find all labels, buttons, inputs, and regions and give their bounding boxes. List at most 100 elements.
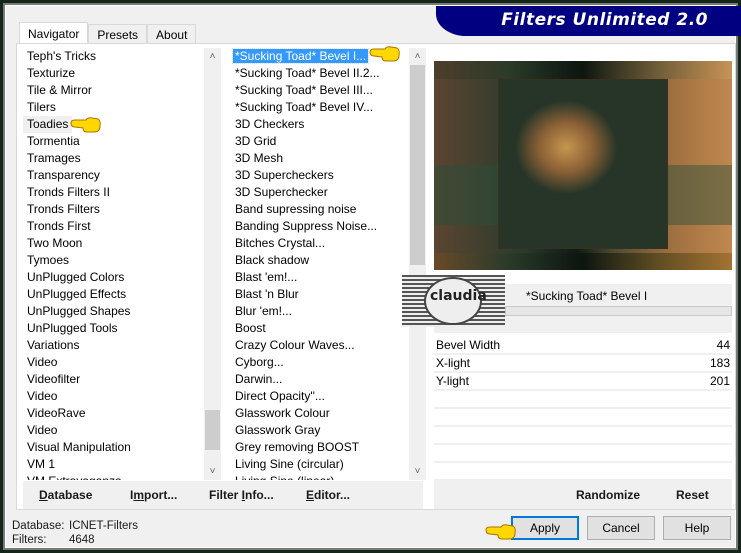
filter-info-button[interactable]: Filter Info...: [209, 488, 274, 502]
param-value: 201: [709, 374, 730, 388]
filter-list[interactable]: *Sucking Toad* Bevel I... *Sucking Toad* …: [231, 48, 426, 480]
list-item[interactable]: UnPlugged Colors: [23, 269, 204, 286]
label-part: port...: [144, 488, 178, 502]
help-button[interactable]: Help: [663, 516, 731, 540]
param-value: 44: [716, 338, 730, 352]
apply-button[interactable]: Apply: [511, 516, 579, 540]
list-item[interactable]: *Sucking Toad* Bevel IV...: [231, 99, 409, 116]
list-item[interactable]: 3D Superchecker: [231, 184, 409, 201]
list-item[interactable]: Tronds First: [23, 218, 204, 235]
list-item[interactable]: Living Sine (linear): [231, 473, 409, 480]
list-item[interactable]: Two Moon: [23, 235, 204, 252]
list-item-label: Bitches Crystal...: [235, 236, 326, 250]
param-empty-slot: [434, 445, 732, 463]
list-item[interactable]: Tilers: [23, 99, 204, 116]
list-item-label: Living Sine (circular): [235, 457, 344, 471]
list-item[interactable]: VM Extravaganza: [23, 473, 204, 480]
chevron-down-icon[interactable]: ˅: [409, 463, 426, 480]
list-item[interactable]: Cyborg...: [231, 354, 409, 371]
list-item[interactable]: 3D Grid: [231, 133, 409, 150]
list-item[interactable]: Video: [23, 388, 204, 405]
list-item[interactable]: Tormentia: [23, 133, 204, 150]
list-row: Tile & Mirror: [23, 82, 204, 99]
randomize-button[interactable]: Randomize: [576, 488, 640, 502]
list-item[interactable]: 3D Supercheckers: [231, 167, 409, 184]
list-item[interactable]: Blur 'em!...: [231, 303, 409, 320]
list-item[interactable]: Band supressing noise: [231, 201, 409, 218]
list-item-label: *Sucking Toad* Bevel I...: [231, 48, 370, 64]
list-item[interactable]: Tile & Mirror: [23, 82, 204, 99]
list-item[interactable]: Living Sine (circular): [231, 456, 409, 473]
list-item[interactable]: Darwin...: [231, 371, 409, 388]
list-row: Glasswork Gray: [231, 422, 409, 439]
list-item-label: Texturize: [27, 66, 76, 80]
list-item[interactable]: Toadies: [23, 116, 73, 133]
database-button[interactable]: Database: [39, 488, 92, 502]
chevron-up-icon[interactable]: ˄: [204, 48, 221, 65]
list-item[interactable]: Grey removing BOOST: [231, 439, 409, 456]
list-item-label: Teph's Tricks: [27, 49, 96, 63]
scroll-thumb[interactable]: [205, 410, 220, 450]
list-item[interactable]: Blast 'em!...: [231, 269, 409, 286]
list-item[interactable]: UnPlugged Shapes: [23, 303, 204, 320]
param-label: X-light: [436, 356, 471, 370]
list-item[interactable]: Boost: [231, 320, 409, 337]
list-item[interactable]: Variations: [23, 337, 204, 354]
list-row: Tilers: [23, 99, 204, 116]
list-item[interactable]: Glasswork Colour: [231, 405, 409, 422]
list-item[interactable]: Texturize: [23, 65, 204, 82]
filter-scrollbar[interactable]: ˄ ˅: [409, 48, 426, 480]
list-item[interactable]: Tramages: [23, 150, 204, 167]
list-item[interactable]: *Sucking Toad* Bevel III...: [231, 82, 409, 99]
list-row: Video: [23, 388, 204, 405]
list-item[interactable]: Tymoes: [23, 252, 204, 269]
database-value: ICNET-Filters: [69, 520, 138, 532]
list-item[interactable]: Black shadow: [231, 252, 409, 269]
list-row: Living Sine (linear): [231, 473, 409, 480]
list-item[interactable]: 3D Mesh: [231, 150, 409, 167]
list-item[interactable]: Crazy Colour Waves...: [231, 337, 409, 354]
list-item[interactable]: UnPlugged Tools: [23, 320, 204, 337]
list-item[interactable]: VM 1: [23, 456, 204, 473]
list-item-label: Blur 'em!...: [235, 304, 292, 318]
list-item[interactable]: Transparency: [23, 167, 204, 184]
list-item[interactable]: Bitches Crystal...: [231, 235, 409, 252]
list-row: Toadies: [23, 116, 204, 133]
list-item[interactable]: Glasswork Gray: [231, 422, 409, 439]
chevron-down-icon[interactable]: ˅: [204, 463, 221, 480]
list-item[interactable]: Blast 'n Blur: [231, 286, 409, 303]
list-item-label: Tronds First: [27, 219, 91, 233]
list-item[interactable]: Video: [23, 354, 204, 371]
preview-image: [434, 61, 732, 270]
list-item[interactable]: Banding Suppress Noise...: [231, 218, 409, 235]
list-item[interactable]: Video: [23, 422, 204, 439]
category-list[interactable]: Teph's Tricks Texturize Tile & Mirror Tiler…: [23, 48, 221, 480]
tab-presets[interactable]: Presets: [88, 24, 148, 44]
reset-button[interactable]: Reset: [676, 488, 709, 502]
list-item[interactable]: Tronds Filters II: [23, 184, 204, 201]
param-y-light[interactable]: Y-light 201: [434, 373, 732, 391]
import-button[interactable]: Import...: [130, 488, 177, 502]
list-item[interactable]: Tronds Filters: [23, 201, 204, 218]
list-item[interactable]: UnPlugged Effects: [23, 286, 204, 303]
param-bevel-width[interactable]: Bevel Width 44: [434, 337, 732, 355]
scroll-thumb[interactable]: [410, 65, 425, 265]
tab-navigator[interactable]: Navigator: [19, 22, 89, 44]
list-item-label: UnPlugged Effects: [27, 287, 127, 301]
list-item[interactable]: Teph's Tricks: [23, 48, 204, 65]
list-item[interactable]: Videofilter: [23, 371, 204, 388]
list-item[interactable]: Visual Manipulation: [23, 439, 204, 456]
param-x-light[interactable]: X-light 183: [434, 355, 732, 373]
chevron-up-icon[interactable]: ˄: [409, 48, 426, 65]
list-row: UnPlugged Colors: [23, 269, 204, 286]
list-item-label: Darwin...: [235, 372, 283, 386]
list-item[interactable]: VideoRave: [23, 405, 204, 422]
category-scrollbar[interactable]: ˄ ˅: [204, 48, 221, 480]
editor-button[interactable]: Editor...: [306, 488, 350, 502]
list-item[interactable]: *Sucking Toad* Bevel II.2...: [231, 65, 409, 82]
cancel-button[interactable]: Cancel: [587, 516, 655, 540]
current-filter-name: *Sucking Toad* Bevel I: [526, 289, 648, 303]
list-item[interactable]: 3D Checkers: [231, 116, 409, 133]
list-item[interactable]: Direct Opacity''...: [231, 388, 409, 405]
tab-about[interactable]: About: [147, 24, 197, 44]
